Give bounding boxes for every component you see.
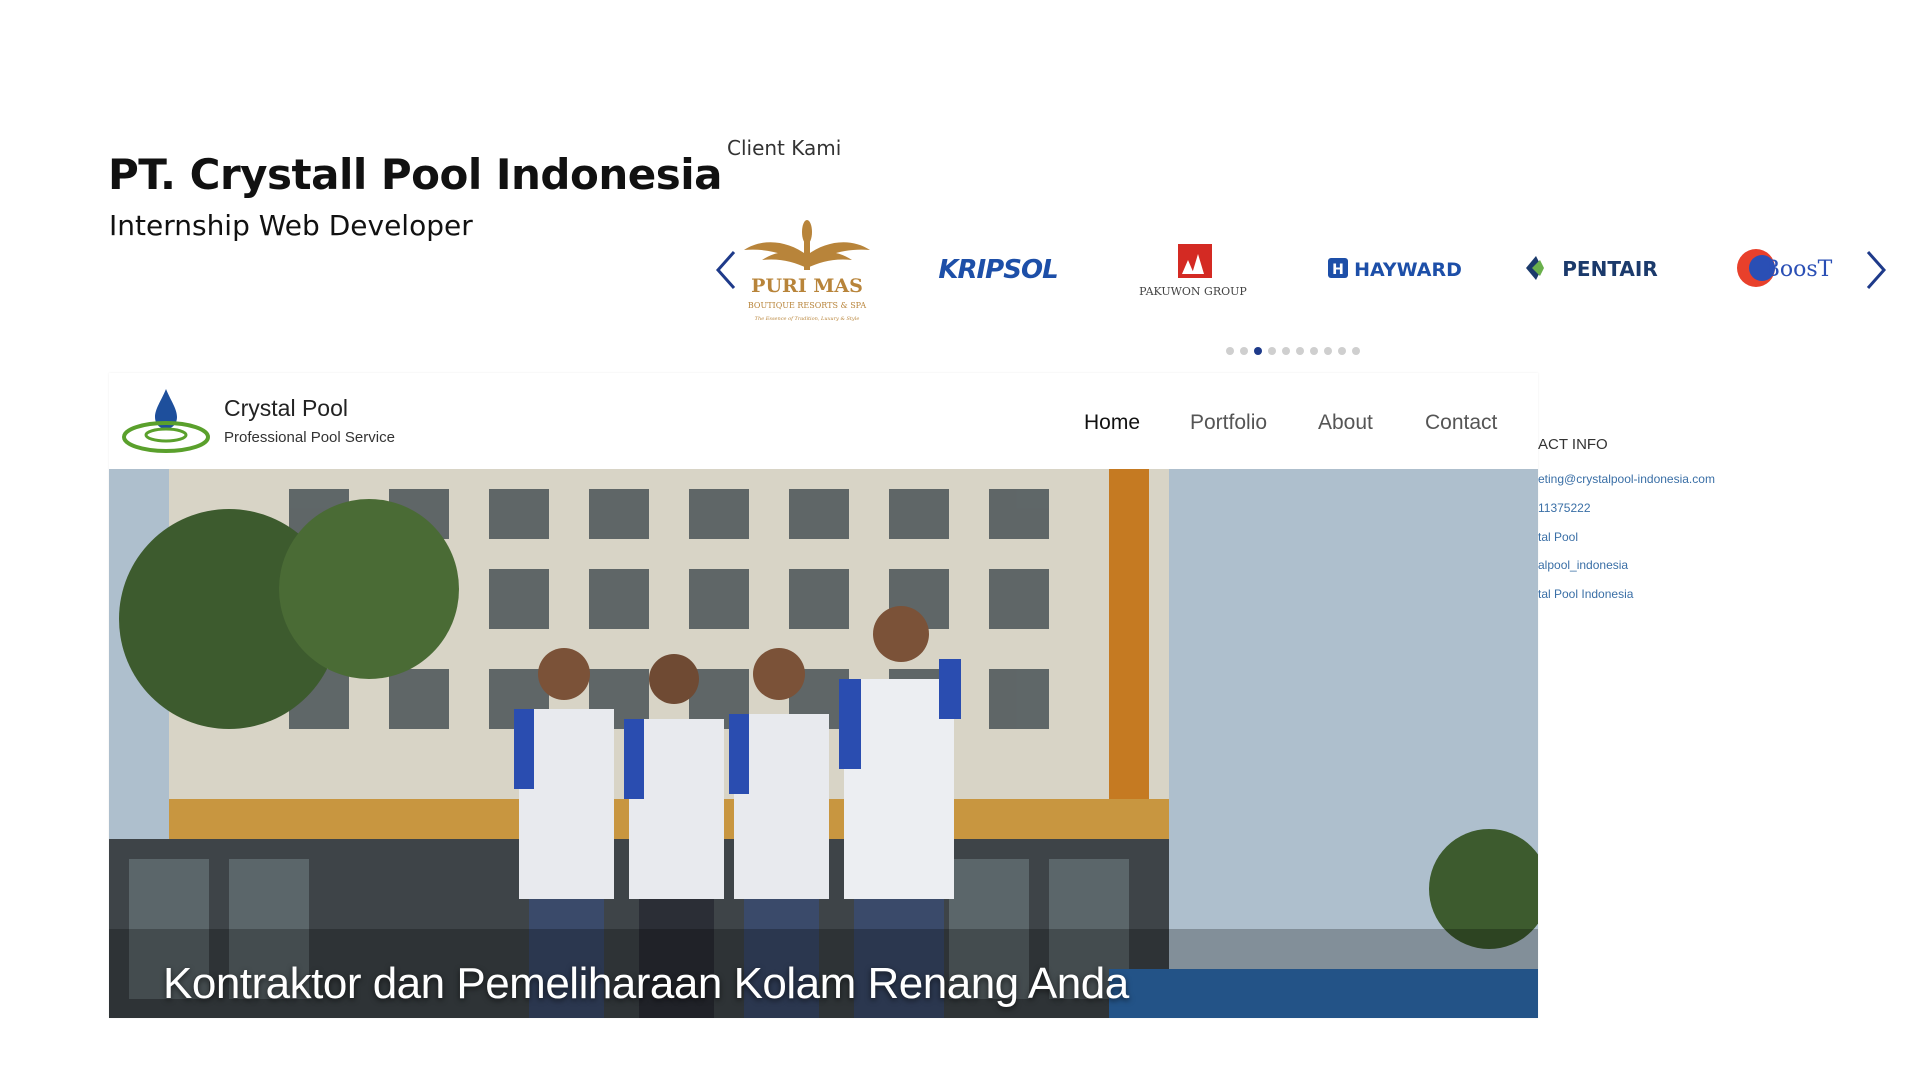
hero-caption: Kontraktor dan Pemeliharaan Kolam Renang… xyxy=(163,959,1129,1008)
nav-portfolio[interactable]: Portfolio xyxy=(1190,411,1267,435)
svg-text:HAYWARD: HAYWARD xyxy=(1354,259,1462,281)
carousel-dot[interactable] xyxy=(1296,347,1304,355)
svg-text:The Essence of Tradition, Luxu: The Essence of Tradition, Luxury & Style xyxy=(755,316,860,322)
carousel-dot[interactable] xyxy=(1324,347,1332,355)
pentair-logo: PENTAIR xyxy=(1520,248,1670,288)
contact-phone[interactable]: 11375222 xyxy=(1538,501,1591,515)
site-brand-tagline: Professional Pool Service xyxy=(224,429,395,446)
carousel-dot[interactable] xyxy=(1338,347,1346,355)
carousel-dot[interactable] xyxy=(1254,347,1262,355)
nav-about[interactable]: About xyxy=(1318,411,1373,435)
site-brand-name: Crystal Pool xyxy=(224,395,348,421)
pakuwon-logo: PAKUWON GROUP xyxy=(1128,240,1258,300)
carousel-dots xyxy=(1226,347,1360,355)
boost-logo: BoosT xyxy=(1734,244,1834,292)
carousel-dot[interactable] xyxy=(1226,347,1234,355)
company-subtitle: Internship Web Developer xyxy=(109,209,473,242)
crystal-pool-logo xyxy=(121,387,211,457)
nav-home[interactable]: Home xyxy=(1084,411,1140,435)
carousel-dot[interactable] xyxy=(1282,347,1290,355)
carousel-dot[interactable] xyxy=(1240,347,1248,355)
clients-label: Client Kami xyxy=(727,136,842,160)
svg-text:PAKUWON GROUP: PAKUWON GROUP xyxy=(1139,285,1247,298)
carousel-dot[interactable] xyxy=(1352,347,1360,355)
contact-email[interactable]: eting@crystalpool-indonesia.com xyxy=(1538,472,1715,486)
kripsol-logo: KRIPSOL xyxy=(938,248,1058,288)
contact-youtube[interactable]: tal Pool Indonesia xyxy=(1538,587,1633,601)
svg-text:PURI MAS: PURI MAS xyxy=(751,275,863,297)
puri-mas-logo: PURI MAS BOUTIQUE RESORTS & SPA The Esse… xyxy=(732,210,882,330)
svg-text:KRIPSOL: KRIPSOL xyxy=(938,255,1057,285)
chevron-right-icon xyxy=(1866,251,1887,289)
carousel-next-button[interactable] xyxy=(1864,248,1888,292)
svg-text:BoosT: BoosT xyxy=(1764,257,1833,282)
contact-instagram[interactable]: alpool_indonesia xyxy=(1538,558,1628,572)
site-navbar: Crystal Pool Professional Pool Service H… xyxy=(109,373,1538,469)
hero-photo xyxy=(109,469,1538,1018)
client-carousel: PURI MAS BOUTIQUE RESORTS & SPA The Esse… xyxy=(706,200,1888,340)
contact-info-title: ACT INFO xyxy=(1538,436,1608,453)
hayward-logo: H HAYWARD xyxy=(1326,248,1466,288)
svg-text:H: H xyxy=(1332,262,1344,278)
website-preview: Crystal Pool Professional Pool Service H… xyxy=(109,373,1538,1018)
svg-text:PENTAIR: PENTAIR xyxy=(1562,257,1657,281)
nav-contact[interactable]: Contact xyxy=(1425,411,1497,435)
carousel-dot[interactable] xyxy=(1310,347,1318,355)
contact-facebook[interactable]: tal Pool xyxy=(1538,530,1578,544)
company-title: PT. Crystall Pool Indonesia xyxy=(108,150,722,199)
carousel-dot[interactable] xyxy=(1268,347,1276,355)
svg-text:BOUTIQUE RESORTS & SPA: BOUTIQUE RESORTS & SPA xyxy=(748,301,866,310)
hero-image: Kontraktor dan Pemeliharaan Kolam Renang… xyxy=(109,469,1538,1018)
